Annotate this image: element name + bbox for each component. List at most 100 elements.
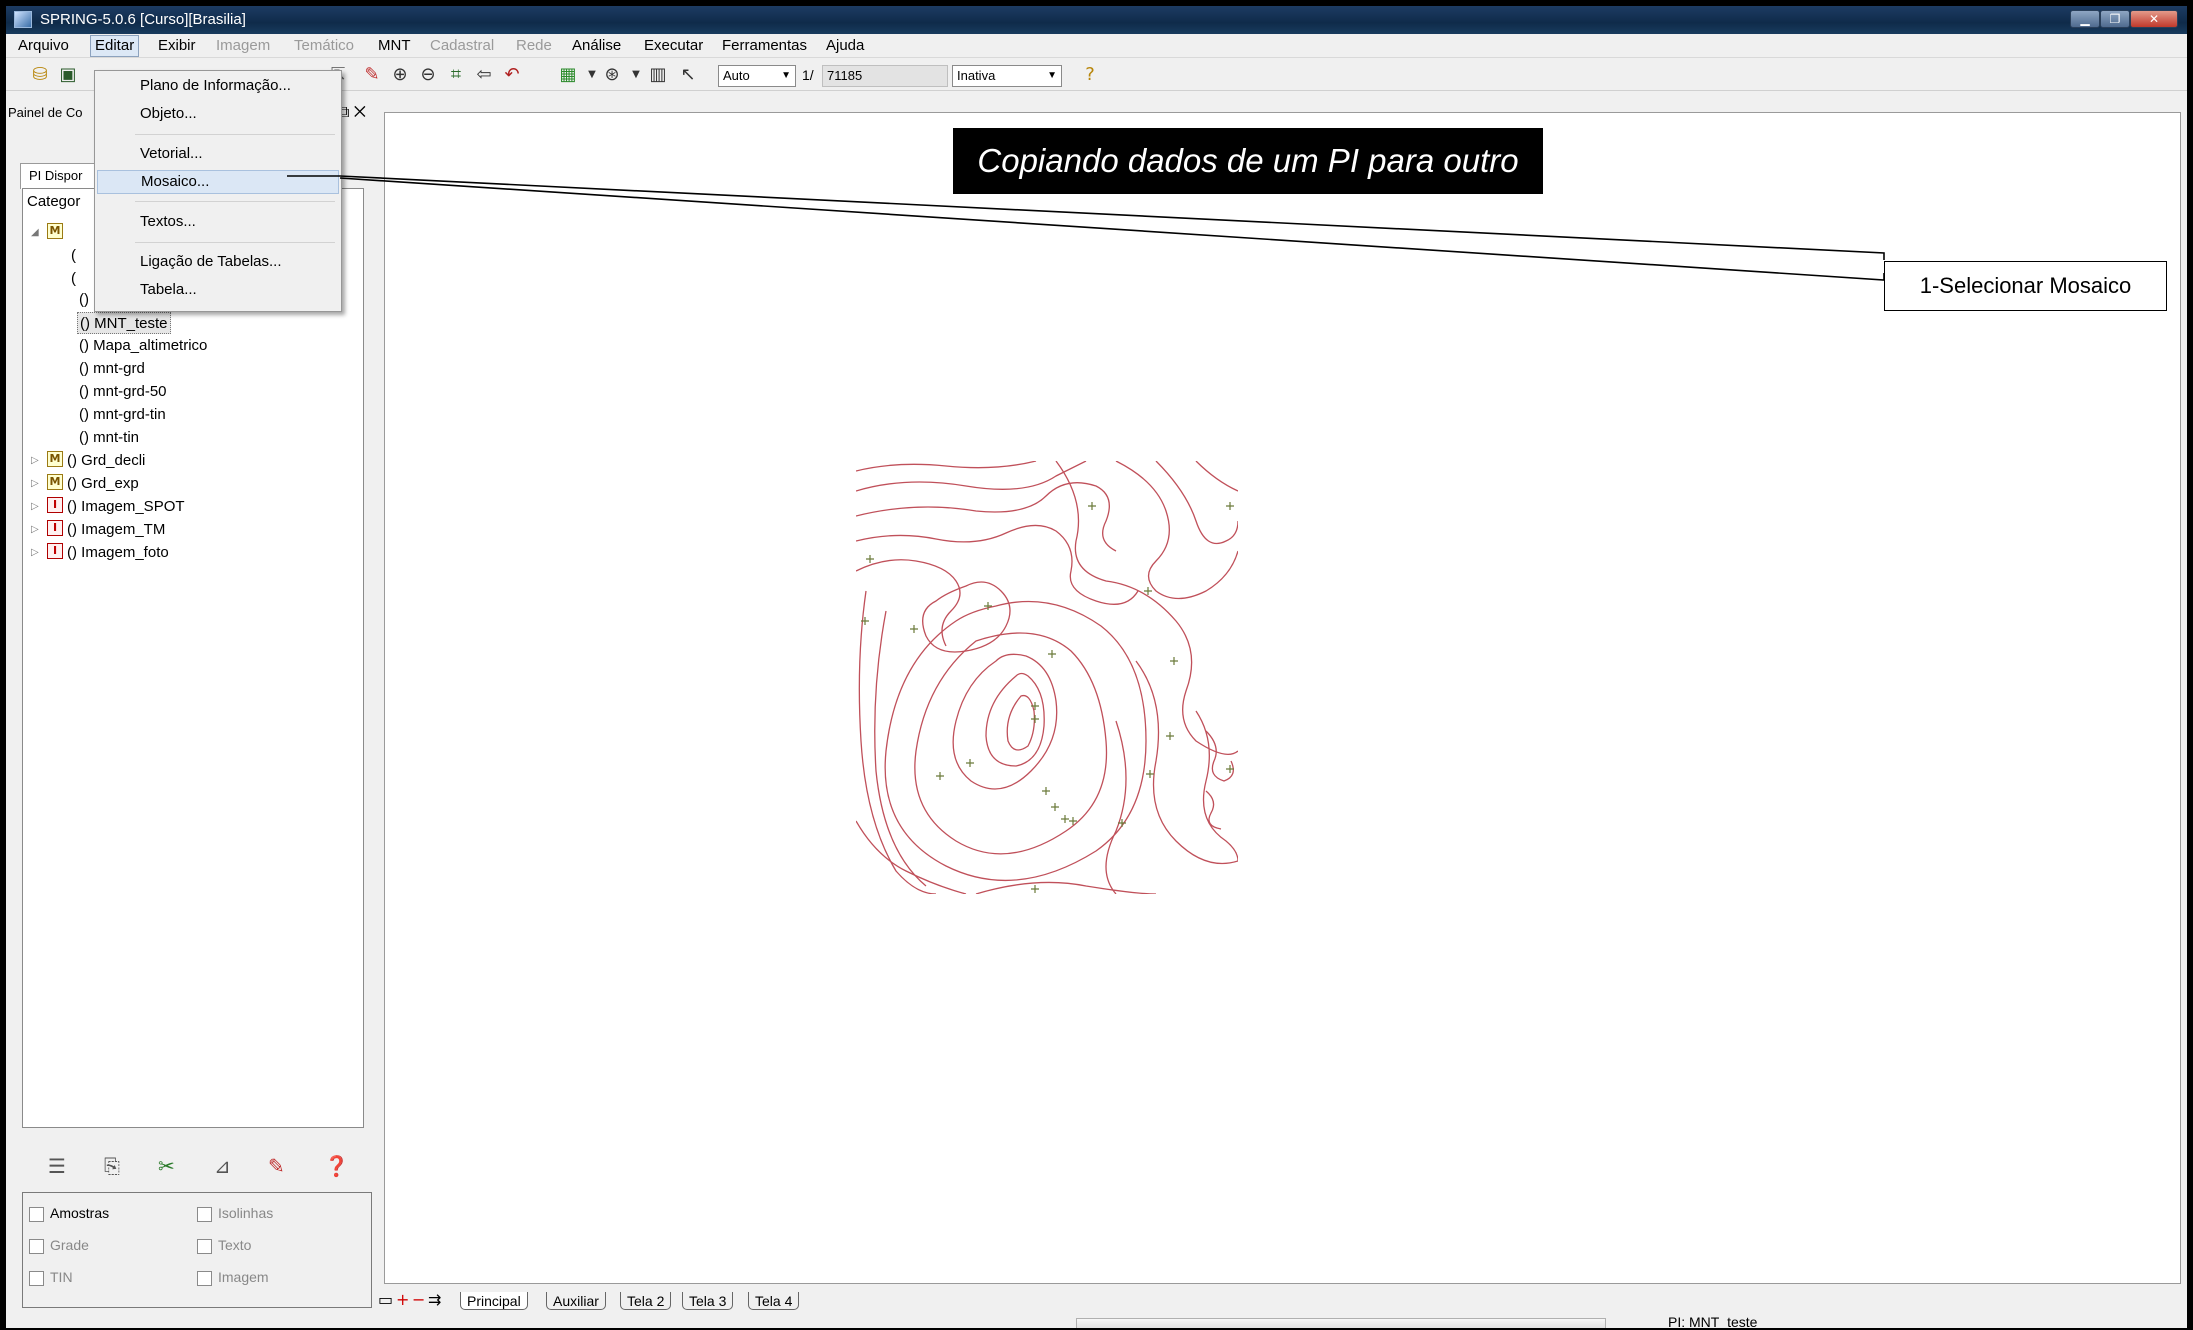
view-tabs: ▭ + − ⇉ Principal Auxiliar Tela 2 Tela 3… [376,1290,2176,1314]
color-palette-icon[interactable]: ▦ [556,64,580,86]
cursor-mode-select[interactable]: Inativa ▼ [952,65,1062,87]
tab-pi-disponiveis[interactable]: PI Dispor [20,163,100,189]
tab-menu-icon[interactable]: ⇉ [428,1290,441,1309]
panel-close-icon[interactable]: ⧉ ✕ [338,102,366,124]
list-icon[interactable]: ☰ [48,1154,66,1178]
menu-item-objeto[interactable]: Objeto... [97,103,339,127]
annotation-callout: 1-Selecionar Mosaico [1884,261,2167,311]
image-category-icon: I [47,543,63,559]
remove-tab-icon[interactable]: − [412,1290,425,1309]
menu-item-ligacao-de-tabelas[interactable]: Ligação de Tabelas... [97,251,339,275]
pi-tree: Categor ◢ M ( ( () MNT_brk () MNT_teste … [22,188,364,1128]
undo-icon[interactable]: ↶ [500,64,524,86]
menu-mnt[interactable]: MNT [374,36,415,56]
checkbox-imagem[interactable]: Imagem [197,1269,269,1286]
add-tab-icon[interactable]: + [396,1290,409,1309]
status-bar: PI: MNT_teste [6,1314,2187,1328]
maximize-button[interactable]: ❐ [2100,10,2130,28]
expand-arrow-icon[interactable]: ▷ [31,501,39,512]
menu-separator [135,134,335,135]
close-button[interactable]: ✕ [2130,10,2178,28]
tree-item-mnt-grd-tin[interactable]: () mnt-grd-tin [79,404,166,426]
menu-item-textos[interactable]: Textos... [97,211,339,235]
menu-item-tabela[interactable]: Tabela... [97,279,339,303]
expand-arrow-icon[interactable]: ▷ [31,455,39,466]
menu-separator [135,242,335,243]
menu-item-vetorial[interactable]: Vetorial... [97,143,339,167]
menu-analise[interactable]: Análise [568,36,625,56]
tab-tela-3[interactable]: Tela 3 [682,1292,734,1310]
zoom-in-icon[interactable]: ⊕ [388,64,412,86]
tree-item-grd-exp[interactable]: () Grd_exp [67,473,139,495]
scale-prefix: 1/ [802,67,814,83]
tree-item-mnt-tin[interactable]: () mnt-tin [79,427,139,449]
minimize-button[interactable]: ▁ [2070,10,2100,28]
tree-item-mnt-grd-50[interactable]: () mnt-grd-50 [79,381,167,403]
collapse-arrow-icon[interactable]: ◢ [31,227,39,238]
pencil-icon[interactable]: ✎ [360,64,384,86]
status-pi-label: PI: MNT_teste [1668,1314,1758,1328]
tab-tela-2[interactable]: Tela 2 [620,1292,672,1310]
checkbox-amostras[interactable]: Amostras [29,1205,109,1222]
tree-item-grd-decli[interactable]: () Grd_decli [67,450,145,472]
tree-header: Categor [27,193,81,210]
zoom-mode-value: Auto [723,68,750,83]
tab-auxiliar[interactable]: Auxiliar [546,1292,606,1310]
menu-imagem[interactable]: Imagem [212,36,274,56]
menu-item-mosaico[interactable]: Mosaico... [97,170,339,194]
menu-arquivo[interactable]: Arquivo [14,36,73,56]
expand-arrow-icon[interactable]: ▷ [31,478,39,489]
back-arrow-icon[interactable]: ⇦ [472,64,496,86]
menu-ferramentas[interactable]: Ferramentas [718,36,811,56]
tree-item-mnt-teste[interactable]: () MNT_teste [77,312,171,334]
tree-item-mnt-grd[interactable]: () mnt-grd [79,358,145,380]
tools-icon[interactable]: ✂ [158,1154,175,1178]
checkbox-tin[interactable]: TIN [29,1269,73,1286]
tree-item-imagem-tm[interactable]: () Imagem_TM [67,519,165,541]
menu-item-plano-de-informacao[interactable]: Plano de Informação... [97,75,339,99]
help-icon[interactable]: ? [1078,64,1102,86]
progress-bar [1076,1318,1606,1328]
tree-item-imagem-foto[interactable]: () Imagem_foto [67,542,169,564]
menu-cadastral[interactable]: Cadastral [426,36,498,56]
tree-item[interactable]: ( [71,245,76,267]
pencil-icon[interactable]: ✎ [268,1154,285,1178]
menu-exibir[interactable]: Exibir [154,36,200,56]
title-bar: SPRING-5.0.6 [Curso][Brasilia] ▁ ❐ ✕ [6,6,2187,34]
visibility-options: Amostras Isolinhas Grade Texto TIN Image… [22,1192,372,1308]
zoom-out-icon[interactable]: ⊖ [416,64,440,86]
checkbox-grade[interactable]: Grade [29,1237,89,1254]
preview-icon[interactable]: ⎘ [104,1154,120,1178]
application-window: SPRING-5.0.6 [Curso][Brasilia] ▁ ❐ ✕ Arq… [6,6,2187,1328]
help-icon[interactable]: ❓ [324,1154,349,1178]
chevron-down-icon[interactable]: ▼ [624,64,648,86]
grid-icon[interactable]: ▥ [646,64,670,86]
expand-arrow-icon[interactable]: ▷ [31,547,39,558]
tree-item-imagem-spot[interactable]: () Imagem_SPOT [67,496,185,518]
menu-editar[interactable]: Editar [90,35,140,57]
zoom-area-icon[interactable]: ⌗ [444,64,468,86]
database-icon[interactable]: ⛁ [28,64,52,86]
checkbox-label: TIN [50,1269,73,1285]
menu-rede[interactable]: Rede [512,36,556,56]
panel-title: Painel de Co [8,105,83,120]
tree-item[interactable]: ( [71,268,76,290]
tab-principal[interactable]: Principal [460,1292,528,1310]
scale-input[interactable]: 71185 [822,65,948,87]
window-icon[interactable]: ▭ [378,1290,393,1309]
menu-ajuda[interactable]: Ajuda [822,36,868,56]
menu-tematico[interactable]: Temático [290,36,358,56]
tree-item-mapa-altimetrico[interactable]: () Mapa_altimetrico [79,335,207,357]
tab-tela-4[interactable]: Tela 4 [748,1292,800,1310]
checkbox-label: Grade [50,1237,89,1253]
image-category-icon: I [47,520,63,536]
pointer-icon[interactable]: ↖ [676,64,700,86]
zoom-mode-select[interactable]: Auto ▼ [718,65,796,87]
edit-table-icon[interactable]: ⊿ [214,1154,231,1178]
checkbox-isolinhas[interactable]: Isolinhas [197,1205,273,1222]
cursor-info-icon[interactable]: ⊛ [600,64,624,86]
menu-executar[interactable]: Executar [640,36,707,56]
checkbox-texto[interactable]: Texto [197,1237,251,1254]
expand-arrow-icon[interactable]: ▷ [31,524,39,535]
image-icon[interactable]: ▣ [56,64,80,86]
